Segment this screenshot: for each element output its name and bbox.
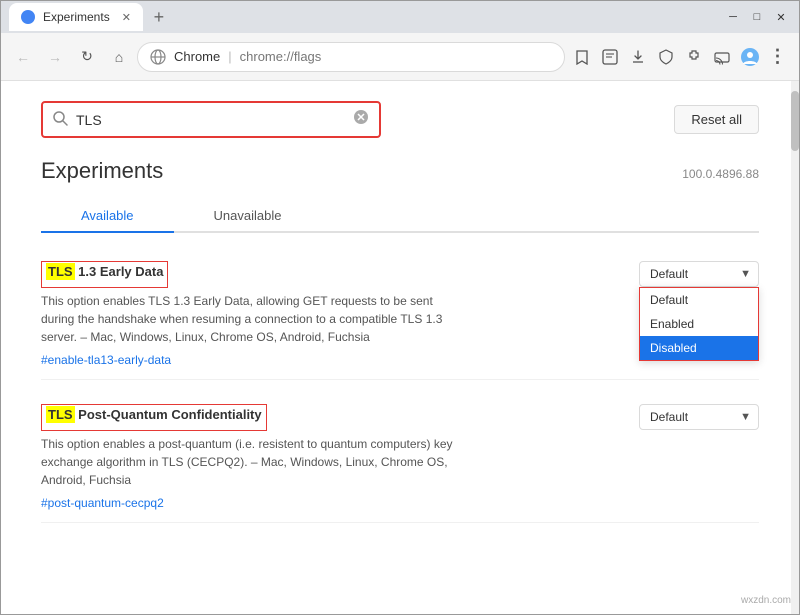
download-icon[interactable]	[625, 44, 651, 70]
browser-tab[interactable]: Experiments ✕	[9, 3, 143, 31]
experiment-title-highlight-1: TLS	[46, 263, 75, 280]
addressbar: ← → ↻ ⌂ Chrome | chrome://flags	[1, 33, 799, 81]
watermark: wxzdn.com	[741, 595, 791, 606]
experiment-link-1[interactable]: #enable-tla13-early-data	[41, 353, 171, 367]
globe-icon	[150, 49, 166, 65]
experiment-title-1: TLS 1.3 Early Data	[46, 264, 163, 279]
forward-button[interactable]: →	[41, 43, 69, 71]
more-menu-button[interactable]: ⋮	[765, 44, 791, 70]
dropdown-option-enabled[interactable]: Enabled	[640, 312, 758, 336]
version-number: 100.0.4896.88	[682, 167, 759, 181]
tab-favicon	[21, 10, 35, 24]
dropdown-option-default[interactable]: Default	[640, 288, 758, 312]
dropdown-popup-1: Default Enabled Disabled	[639, 287, 759, 361]
experiment-title-2: TLS Post-Quantum Confidentiality	[46, 407, 262, 422]
experiment-content-pq: TLS Post-Quantum Confidentiality This op…	[41, 404, 623, 510]
new-tab-button[interactable]: +	[147, 5, 171, 29]
experiment-title-rest-2: Post-Quantum Confidentiality	[75, 407, 262, 422]
experiment-item-pq: TLS Post-Quantum Confidentiality This op…	[41, 392, 759, 523]
dropdown-wrap-1: Default Enabled Disabled ▼ Default Enabl…	[639, 261, 759, 287]
home-button[interactable]: ⌂	[105, 43, 133, 71]
shield-icon[interactable]	[653, 44, 679, 70]
bookmark-icon[interactable]	[569, 44, 595, 70]
search-bar-container	[41, 101, 381, 138]
scrollbar-thumb[interactable]	[791, 91, 799, 151]
search-input[interactable]	[76, 112, 336, 128]
cast-icon[interactable]	[709, 44, 735, 70]
dropdown-wrap-2: Default Enabled Disabled ▼	[639, 404, 759, 430]
address-path: chrome://flags	[240, 49, 322, 64]
account-icon[interactable]	[737, 44, 763, 70]
dropdown-option-disabled[interactable]: Disabled	[640, 336, 758, 360]
dropdown-select-2[interactable]: Default Enabled Disabled	[639, 404, 759, 430]
titlebar: Experiments ✕ + ─ □ ✕	[1, 1, 799, 33]
page-title: Experiments	[41, 158, 163, 184]
restore-button[interactable]: □	[747, 7, 767, 27]
dropdown-select-1[interactable]: Default Enabled Disabled	[639, 261, 759, 287]
tab-close-button[interactable]: ✕	[122, 11, 131, 24]
page-content: Reset all Experiments 100.0.4896.88 Avai…	[1, 81, 799, 614]
address-separator: |	[228, 49, 231, 64]
extensions-icon[interactable]	[681, 44, 707, 70]
experiment-title-box-1: TLS 1.3 Early Data	[41, 261, 168, 288]
tab-title: Experiments	[43, 10, 110, 24]
browser-window: Experiments ✕ + ─ □ ✕ ← → ↻ ⌂ Chrome | c…	[0, 0, 800, 615]
back-button[interactable]: ←	[9, 43, 37, 71]
experiment-desc-1: This option enables TLS 1.3 Early Data, …	[41, 292, 461, 346]
tab-unavailable[interactable]: Unavailable	[174, 200, 322, 233]
reset-all-button[interactable]: Reset all	[674, 105, 759, 134]
minimize-button[interactable]: ─	[723, 7, 743, 27]
search-icon	[53, 111, 68, 129]
experiment-link-2[interactable]: #post-quantum-cecpq2	[41, 496, 164, 510]
scrollbar[interactable]	[791, 81, 799, 614]
address-host: Chrome	[174, 49, 220, 64]
experiment-item-tls13: TLS 1.3 Early Data This option enables T…	[41, 249, 759, 380]
address-bar[interactable]: Chrome | chrome://flags	[137, 42, 565, 72]
tabs-bar: Available Unavailable	[41, 200, 759, 233]
page-heading: Experiments 100.0.4896.88	[41, 158, 759, 184]
tab-search-icon[interactable]	[597, 44, 623, 70]
experiment-title-box-2: TLS Post-Quantum Confidentiality	[41, 404, 267, 431]
tab-available[interactable]: Available	[41, 200, 174, 233]
toolbar-icons: ⋮	[569, 44, 791, 70]
experiment-desc-2: This option enables a post-quantum (i.e.…	[41, 435, 461, 489]
experiment-title-highlight-2: TLS	[46, 406, 75, 423]
refresh-button[interactable]: ↻	[73, 43, 101, 71]
experiment-title-rest-1: 1.3 Early Data	[75, 264, 164, 279]
experiment-content-tls13: TLS 1.3 Early Data This option enables T…	[41, 261, 623, 367]
window-controls: ─ □ ✕	[723, 7, 791, 27]
search-wrap: Reset all	[41, 101, 759, 138]
search-clear-button[interactable]	[353, 109, 369, 130]
close-button[interactable]: ✕	[771, 7, 791, 27]
